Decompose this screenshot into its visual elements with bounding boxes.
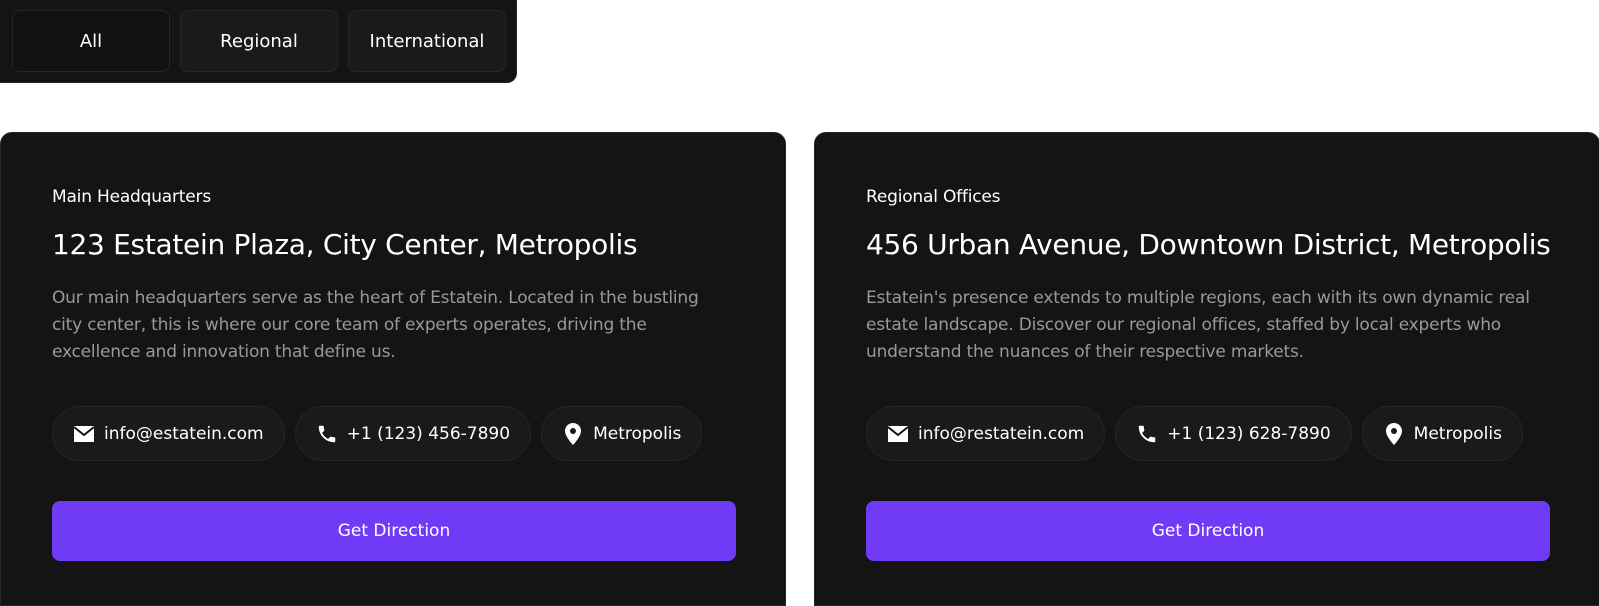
email-text: info@estatein.com	[104, 423, 264, 444]
map-pin-icon	[562, 422, 584, 445]
office-type-label: Regional Offices	[866, 187, 1001, 207]
map-pin-icon	[1383, 422, 1405, 445]
city-text: Metropolis	[593, 423, 682, 444]
location-chip[interactable]: Metropolis	[1361, 406, 1523, 461]
envelope-icon	[73, 423, 95, 445]
phone-icon	[316, 423, 338, 445]
office-address: 456 Urban Avenue, Downtown District, Met…	[866, 228, 1551, 261]
get-direction-button[interactable]: Get Direction	[866, 501, 1550, 561]
office-description: Our main headquarters serve as the heart…	[52, 288, 699, 362]
phone-icon	[1136, 423, 1158, 445]
location-chip[interactable]: Metropolis	[541, 406, 703, 461]
office-type-label: Main Headquarters	[52, 187, 211, 207]
office-description: Estatein's presence extends to multiple …	[866, 288, 1530, 362]
phone-text: +1 (123) 628-7890	[1167, 423, 1331, 444]
contact-chips: info@restatein.com +1 (123) 628-7890 Met…	[866, 406, 1549, 461]
contact-chips: info@estatein.com +1 (123) 456-7890 Metr…	[52, 406, 735, 461]
office-card-regional: Regional Offices 456 Urban Avenue, Downt…	[814, 132, 1599, 606]
email-chip[interactable]: info@estatein.com	[52, 406, 285, 461]
phone-text: +1 (123) 456-7890	[346, 423, 511, 444]
tab-all[interactable]: All	[12, 10, 170, 72]
tab-regional[interactable]: Regional	[180, 10, 338, 72]
office-filter-tabs: All Regional International	[0, 0, 517, 83]
city-text: Metropolis	[1413, 423, 1502, 444]
phone-chip[interactable]: +1 (123) 456-7890	[294, 406, 532, 461]
office-card-headquarters: Main Headquarters 123 Estatein Plaza, Ci…	[0, 132, 786, 606]
envelope-icon	[887, 423, 909, 445]
email-text: info@restatein.com	[918, 423, 1085, 444]
phone-chip[interactable]: +1 (123) 628-7890	[1115, 406, 1352, 461]
office-address: 123 Estatein Plaza, City Center, Metropo…	[52, 228, 638, 261]
get-direction-button[interactable]: Get Direction	[52, 501, 736, 561]
tab-international[interactable]: International	[348, 10, 506, 72]
email-chip[interactable]: info@restatein.com	[866, 406, 1106, 461]
